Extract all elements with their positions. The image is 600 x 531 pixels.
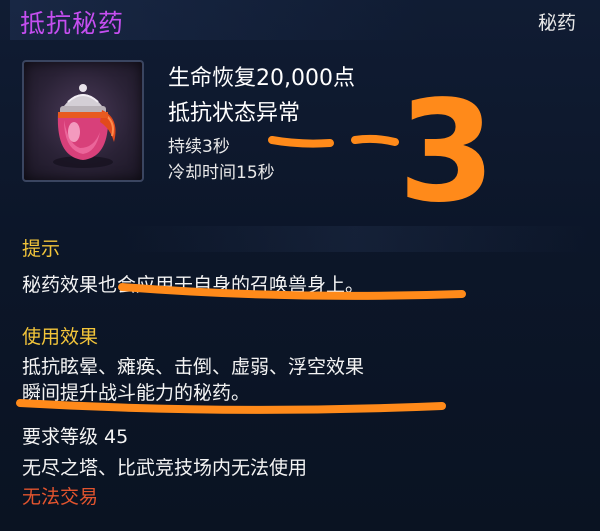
cooldown: 冷却时间15秒 [168,163,275,183]
item-name: 抵抗秘药 [20,9,125,38]
untradable-label: 无法交易 [22,486,99,508]
annotation-dash-1 [268,136,334,148]
usage-restriction: 无尽之塔、比武竞技场内无法使用 [22,457,308,479]
annotation-dash-2 [351,134,399,146]
required-level: 要求等级 45 [22,426,129,448]
usage-line-2: 瞬间提升战斗能力的秘药。 [22,382,251,404]
tip-title: 提示 [22,238,61,260]
resist-effect: 抵抗状态异常 [168,101,301,126]
potion-jar-icon[interactable] [22,60,144,182]
tip-text: 秘药效果也会应用于自身的召唤兽身上。 [22,274,365,296]
duration: 持续3秒 [168,137,230,157]
heal-amount: 生命恢复20,000点 [168,66,355,91]
item-tooltip: 抵抗秘药 秘药 生命恢复20,000点 抵抗状态异常 持续3秒 冷却时间15秒 … [0,0,600,531]
potion-jar-graphic [53,84,116,168]
background-ghost-text [120,226,590,252]
annotation-number: 3 [398,71,495,234]
usage-line-1: 抵抗眩晕、瘫痪、击倒、虚弱、浮空效果 [22,356,365,378]
usage-title: 使用效果 [22,326,99,348]
item-category: 秘药 [537,12,576,34]
